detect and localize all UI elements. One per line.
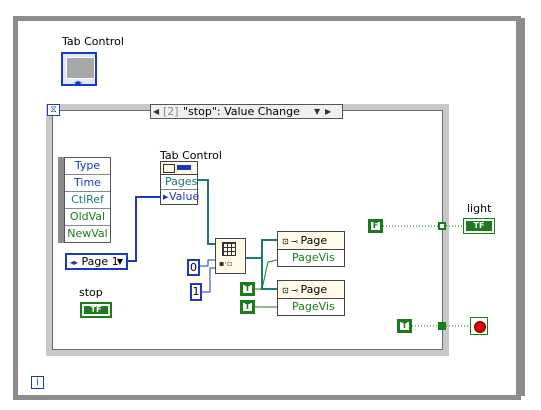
wires bbox=[128, 179, 470, 327]
wire-zero-to-index bbox=[200, 259, 215, 267]
wire-ring-to-value bbox=[128, 196, 160, 262]
wire-true-a-to-pagevis bbox=[255, 259, 278, 290]
wire-pages-to-index bbox=[198, 179, 215, 245]
wire-index-to-page1 bbox=[246, 239, 277, 259]
wire-one-to-index bbox=[202, 267, 215, 293]
wire-index-to-page2 bbox=[261, 258, 277, 290]
